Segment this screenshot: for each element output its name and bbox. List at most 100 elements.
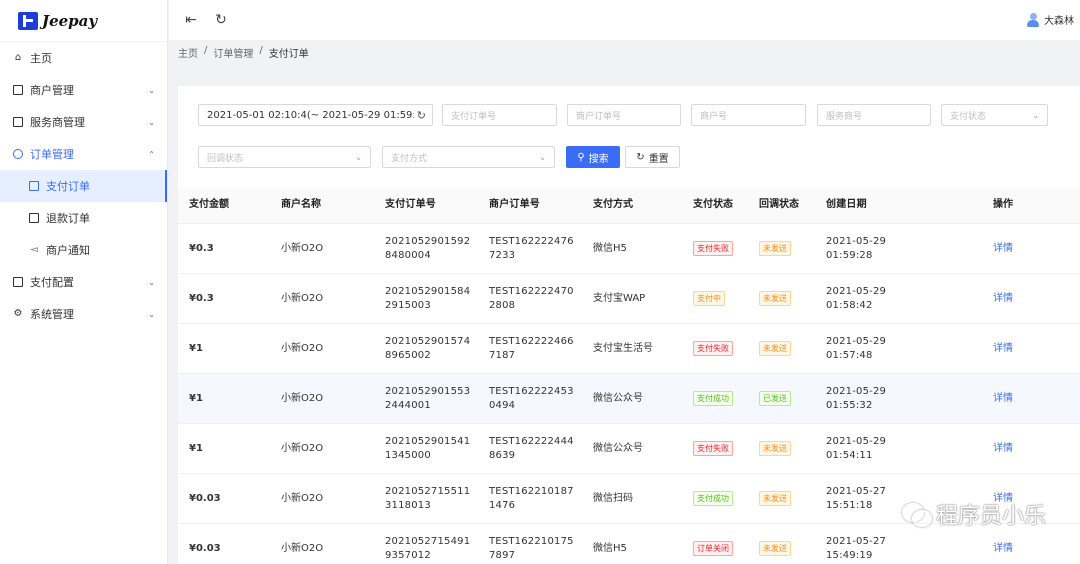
- pay-state-cell: 支付中: [693, 291, 759, 306]
- status-badge: 未发送: [759, 441, 791, 456]
- partner-icon: [13, 117, 23, 127]
- refresh-icon[interactable]: ↻: [413, 109, 426, 122]
- created-date-cell: 2021-05-29 01:55:32: [826, 385, 887, 411]
- pay-way-select[interactable]: 支付方式 ⌄: [382, 146, 555, 168]
- breadcrumb-separator: /: [259, 45, 263, 56]
- chevron-down-icon: ⌄: [148, 277, 155, 287]
- status-badge: 支付失败: [693, 241, 733, 256]
- created-date-cell: 2021-05-29 01:57:48: [826, 335, 887, 361]
- notify-state-select[interactable]: 回调状态 ⌄: [198, 146, 371, 168]
- table-row[interactable]: ¥1 小新O2O 2021052901541 1345000 TEST162222444…: [178, 424, 1080, 474]
- sidebar-item-home[interactable]: ⌂ 主页: [0, 42, 167, 74]
- detail-link[interactable]: 详情: [993, 293, 1013, 304]
- chevron-down-icon: ⌄: [148, 309, 155, 319]
- created-date-cell: 2021-05-29 01:54:11: [826, 435, 887, 461]
- sidebar-subitem-label: 支付订单: [46, 180, 90, 193]
- pay-order-icon: [29, 181, 39, 191]
- config-icon: [13, 277, 23, 287]
- amount-cell: ¥0.03: [189, 542, 221, 554]
- mch-order-no-cell: TEST162222444 8639: [489, 435, 574, 461]
- mch-name-cell: 小新O2O: [281, 542, 324, 554]
- pay-state-select[interactable]: 支付状态 ⌄: [941, 104, 1048, 126]
- mch-order-no-cell: TEST162222470 2808: [489, 285, 574, 311]
- logo-text: Jeepay: [42, 11, 98, 30]
- jeepay-logo-icon: [18, 11, 38, 30]
- table-header: 支付金额 商户名称 支付订单号 商户订单号 支付方式 支付状态 回调状态 创建日…: [178, 187, 1080, 224]
- mch-name-cell: 小新O2O: [281, 492, 324, 504]
- mch-name-cell: 小新O2O: [281, 292, 324, 304]
- placeholder: 回调状态: [207, 153, 244, 164]
- breadcrumb-separator: /: [204, 45, 208, 56]
- status-badge: 已发送: [759, 391, 791, 406]
- mch-no-input[interactable]: 商户号: [691, 104, 806, 126]
- notify-state-cell: 未发送: [759, 491, 826, 506]
- breadcrumb-parent[interactable]: 订单管理: [213, 45, 253, 60]
- amount-cell: ¥1: [189, 392, 203, 404]
- top-header: ⇤ ↻ 大森林: [169, 0, 1080, 40]
- pay-state-cell: 支付失败: [693, 241, 759, 256]
- pay-state-cell: 支付失败: [693, 441, 759, 456]
- order-icon: [13, 149, 23, 159]
- placeholder: 支付状态: [950, 111, 987, 122]
- pay-way-cell: 微信公众号: [593, 442, 643, 454]
- created-date-cell: 2021-05-29 01:58:42: [826, 285, 887, 311]
- placeholder: 商户号: [700, 111, 728, 122]
- sidebar-item-merchant[interactable]: 商户管理 ⌄: [0, 74, 167, 106]
- status-badge: 支付失败: [693, 441, 733, 456]
- status-badge: 支付成功: [693, 491, 733, 506]
- detail-link[interactable]: 详情: [993, 393, 1013, 404]
- sidebar-subitem-notify[interactable]: ◅ 商户通知: [0, 234, 167, 266]
- detail-link-cell: 详情: [993, 442, 1053, 456]
- date-range-picker[interactable]: 2021-05-01 02:10:4(~ 2021-05-29 01:59:5!…: [198, 104, 433, 126]
- mch-order-no-input[interactable]: 商户订单号: [567, 104, 681, 126]
- sidebar-subitem-label: 商户通知: [46, 244, 90, 257]
- detail-link[interactable]: 详情: [993, 443, 1013, 454]
- sidebar-item-label: 订单管理: [30, 148, 74, 161]
- detail-link-cell: 详情: [993, 342, 1053, 356]
- table-row[interactable]: ¥0.3 小新O2O 2021052901592 8480004 TEST1622224…: [178, 224, 1080, 274]
- table-row[interactable]: ¥0.3 小新O2O 2021052901584 2915003 TEST1622224…: [178, 274, 1080, 324]
- status-badge: 未发送: [759, 241, 791, 256]
- detail-link[interactable]: 详情: [993, 543, 1013, 554]
- sidebar-item-pay-config[interactable]: 支付配置 ⌄: [0, 266, 167, 298]
- sidebar-subitem-label: 退款订单: [46, 212, 90, 225]
- detail-link[interactable]: 详情: [993, 243, 1013, 254]
- sidebar-item-orders[interactable]: 订单管理 ⌃: [0, 138, 167, 170]
- detail-link-cell: 详情: [993, 242, 1053, 256]
- collapse-menu-icon[interactable]: ⇤: [183, 12, 199, 28]
- sidebar-item-system[interactable]: ⚙ 系统管理 ⌄: [0, 298, 167, 330]
- column-header: 回调状态: [759, 199, 799, 210]
- reset-button-label: 重置: [648, 153, 669, 165]
- sidebar-subitem-refund[interactable]: 退款订单: [0, 202, 167, 234]
- pay-way-cell: 支付宝WAP: [593, 292, 646, 304]
- notify-state-cell: 未发送: [759, 241, 826, 256]
- amount-cell: ¥0.03: [189, 492, 221, 504]
- table-row[interactable]: ¥0.03 小新O2O 2021052715491 9357012 TEST162210…: [178, 524, 1080, 564]
- isv-no-input[interactable]: 服务商号: [817, 104, 931, 126]
- user-menu[interactable]: 大森林: [1027, 12, 1074, 27]
- pay-order-no-cell: 2021052901541 1345000: [385, 435, 471, 461]
- breadcrumb-home[interactable]: 主页: [178, 45, 198, 60]
- table-row[interactable]: ¥1 小新O2O 2021052901574 8965002 TEST162222466…: [178, 324, 1080, 374]
- pay-order-no-cell: 2021052901574 8965002: [385, 335, 471, 361]
- column-header: 支付订单号: [385, 199, 436, 210]
- created-date-cell: 2021-05-27 15:49:19: [826, 535, 887, 561]
- sidebar-item-isv[interactable]: 服务商管理 ⌄: [0, 106, 167, 138]
- reset-button[interactable]: ↻ 重置: [625, 146, 680, 168]
- pay-order-no-input[interactable]: 支付订单号: [442, 104, 557, 126]
- refresh-icon[interactable]: ↻: [213, 12, 229, 28]
- created-date-cell: 2021-05-29 01:59:28: [826, 235, 887, 261]
- detail-link[interactable]: 详情: [993, 343, 1013, 354]
- column-header: 商户订单号: [489, 199, 540, 210]
- gear-icon: ⚙: [13, 308, 23, 319]
- logo[interactable]: Jeepay: [0, 0, 167, 42]
- sidebar-subitem-pay-order[interactable]: 支付订单: [0, 170, 167, 202]
- breadcrumb-current: 支付订单: [268, 49, 309, 60]
- sidebar-item-label: 商户管理: [30, 84, 74, 97]
- table-row[interactable]: ¥1 小新O2O 2021052901553 2444001 TEST162222453…: [178, 374, 1080, 424]
- chevron-down-icon: ⌄: [1032, 111, 1039, 120]
- pay-state-cell: 订单关闭: [693, 541, 759, 556]
- date-range-value: 2021-05-01 02:10:4(~ 2021-05-29 01:59:5!: [207, 109, 427, 121]
- status-badge: 支付失败: [693, 341, 733, 356]
- search-button[interactable]: ⚲ 搜索: [566, 146, 620, 168]
